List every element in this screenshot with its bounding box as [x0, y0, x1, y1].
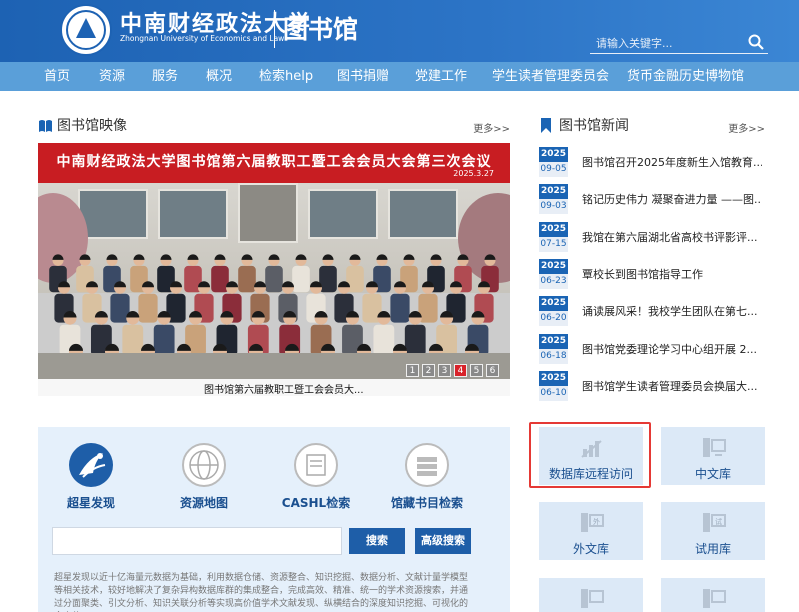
nav-item-finance-museum[interactable]: 货币金融历史博物馆: [627, 62, 744, 91]
foreign-computer-icon: 外: [581, 513, 604, 532]
news-item[interactable]: 2025 07-15 我馆在第六届湖北省高校书评影评...: [539, 222, 764, 252]
gallery-photo[interactable]: 中南财经政法大学图书馆第六届教职工暨工会会员大会第三次会议 2025.3.27 …: [38, 143, 510, 396]
photo-banner: 中南财经政法大学图书馆第六届教职工暨工会会员大会第三次会议 2025.3.27: [38, 143, 510, 183]
news-item-title[interactable]: 图书馆党委理论学习中心组开展 2...: [582, 341, 762, 357]
cashl-logo-icon: [294, 443, 338, 487]
photo-banner-text: 中南财经政法大学图书馆第六届教职工暨工会会员大会第三次会议: [56, 154, 492, 170]
search-icon[interactable]: [748, 34, 764, 50]
news-item-title[interactable]: 图书馆学生读者管理委员会换届大...: [582, 378, 762, 394]
chaoxing-logo-icon: [69, 443, 113, 487]
university-seal-logo[interactable]: [60, 4, 112, 56]
news-item-title[interactable]: 覃校长到图书馆指导工作: [582, 266, 762, 282]
library-title: 图书馆: [283, 15, 359, 44]
gallery-page-3[interactable]: 3: [438, 364, 451, 377]
news-date-badge: 2025 06-23: [539, 259, 568, 289]
nav-item-book-donation[interactable]: 图书捐赠: [337, 62, 389, 91]
news-item-title[interactable]: 我馆在第六届湖北省高校书评影评...: [582, 229, 762, 245]
nav-item-search-help[interactable]: 检索help: [259, 62, 313, 91]
nav-item-services[interactable]: 服务: [152, 62, 178, 91]
gallery-title: 图书馆映像: [57, 118, 127, 134]
news-item[interactable]: 2025 06-20 诵读展风采！我校学生团队在第七...: [539, 296, 764, 326]
photo-caption-bar: 图书馆第六届教职工暨工会会员大...: [38, 379, 510, 396]
news-more-link[interactable]: 更多>>: [728, 120, 765, 135]
news-item[interactable]: 2025 06-23 覃校长到图书馆指导工作: [539, 259, 764, 289]
news-date-badge: 2025 06-10: [539, 371, 568, 401]
tile-foreign-database[interactable]: 外 外文库: [539, 502, 643, 560]
news-title: 图书馆新闻: [559, 118, 629, 134]
tool-label: CASHL检索: [281, 496, 351, 510]
photo-caption[interactable]: 图书馆第六届教职工暨工会会员大...: [204, 381, 364, 396]
nav-item-party-building[interactable]: 党建工作: [415, 62, 467, 91]
news-item[interactable]: 2025 06-18 图书馆党委理论学习中心组开展 2...: [539, 334, 764, 364]
gallery-page-6[interactable]: 6: [486, 364, 499, 377]
tool-chaoxing-discovery[interactable]: 超星发现: [46, 443, 136, 523]
bookshelf-icon: [405, 443, 449, 487]
computer-icon: [703, 438, 726, 457]
header-search: [590, 32, 768, 54]
tool-label: 超星发现: [66, 496, 115, 510]
news-date-badge: 2025 09-05: [539, 147, 568, 177]
news-item[interactable]: 2025 06-10 图书馆学生读者管理委员会换届大...: [539, 371, 764, 401]
news-item-title[interactable]: 铭记历史伟力 凝聚奋进力量 ——图...: [582, 191, 762, 207]
gallery-page-1[interactable]: 1: [406, 364, 419, 377]
gallery-page-5[interactable]: 5: [470, 364, 483, 377]
gallery-more-link[interactable]: 更多>>: [473, 120, 510, 135]
computer-icon: [703, 589, 726, 608]
tile-label: 中文库: [694, 467, 731, 481]
advanced-search-button[interactable]: 高级搜索: [415, 528, 471, 554]
news-item-title[interactable]: 图书馆召开2025年度新生入馆教育...: [582, 154, 762, 170]
svg-text:试: 试: [715, 517, 722, 526]
book-icon: [39, 120, 52, 132]
discovery-search-input[interactable]: [52, 527, 342, 555]
computer-icon: [581, 589, 604, 608]
tile-more-right[interactable]: [661, 578, 765, 612]
bookmark-icon: [541, 118, 551, 133]
tile-more-left[interactable]: [539, 578, 643, 612]
news-date-badge: 2025 06-20: [539, 296, 568, 326]
tile-label: 外文库: [572, 542, 609, 556]
nav-item-overview[interactable]: 概况: [206, 62, 232, 91]
discovery-description: 超星发现以近十亿海量元数据为基础，利用数据仓储、资源整合、知识挖掘、数据分析、文…: [54, 573, 469, 609]
svg-text:外: 外: [593, 517, 600, 526]
tile-trial-database[interactable]: 试 试用库: [661, 502, 765, 560]
tool-catalog-search[interactable]: 馆藏书目检索: [382, 443, 472, 523]
gallery-heading: 图书馆映像 更多>>: [38, 115, 510, 137]
news-item[interactable]: 2025 09-03 铭记历史伟力 凝聚奋进力量 ——图...: [539, 184, 764, 214]
tile-label: 试用库: [694, 542, 731, 556]
search-input[interactable]: [596, 34, 736, 52]
tool-resource-map[interactable]: 资源地图: [159, 443, 249, 523]
university-name-en: Zhongnan University of Economics and Law: [120, 34, 285, 43]
tool-cashl-search[interactable]: CASHL检索: [271, 443, 361, 523]
tile-chinese-database[interactable]: 中文库: [661, 427, 765, 485]
nav-item-student-committee[interactable]: 学生读者管理委员会: [492, 62, 609, 91]
gallery-page-2[interactable]: 2: [422, 364, 435, 377]
news-item[interactable]: 2025 09-05 图书馆召开2025年度新生入馆教育...: [539, 147, 764, 177]
news-date-badge: 2025 09-03: [539, 184, 568, 214]
globe-icon: [182, 443, 226, 487]
discovery-search-panel: 超星发现 资源地图 CASHL检索 馆藏书目检索 搜索 高级搜索 超星发现以近十…: [38, 427, 510, 612]
news-date-badge: 2025 07-15: [539, 222, 568, 252]
logo-divider: [274, 10, 275, 48]
gallery-page-4[interactable]: 4: [454, 364, 467, 377]
nav-item-resources[interactable]: 资源: [99, 62, 125, 91]
photo-banner-date: 2025.3.27: [453, 169, 494, 178]
tool-label: 馆藏书目检索: [390, 496, 463, 510]
search-button[interactable]: 搜索: [349, 528, 405, 554]
news-item-title[interactable]: 诵读展风采！我校学生团队在第七...: [582, 303, 762, 319]
news-heading: 图书馆新闻 更多>>: [539, 115, 765, 137]
highlight-box: [529, 422, 651, 488]
news-date-badge: 2025 06-18: [539, 334, 568, 364]
site-header: 中南财经政法大学 Zhongnan University of Economic…: [0, 0, 799, 62]
tool-label: 资源地图: [179, 496, 228, 510]
nav-item-home[interactable]: 首页: [44, 62, 70, 91]
trial-computer-icon: 试: [703, 513, 726, 532]
main-nav: 首页 资源 服务 概况 检索help 图书捐赠 党建工作 学生读者管理委员会 货…: [0, 62, 799, 91]
